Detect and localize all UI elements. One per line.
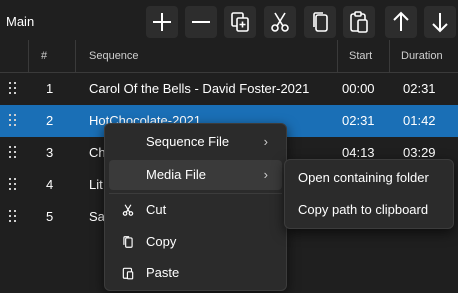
move-down-button[interactable]: [424, 6, 456, 38]
arrow-down-icon: [432, 13, 448, 33]
move-up-button[interactable]: [385, 6, 417, 38]
copy-button[interactable]: [304, 6, 336, 38]
menu-item-paste[interactable]: Paste: [109, 258, 282, 288]
media-file-submenu: Open containing folder Copy path to clip…: [284, 159, 454, 229]
copy-icon: [123, 236, 133, 248]
drag-handle-icon[interactable]: [9, 210, 19, 224]
plus-icon: [153, 13, 171, 31]
column-header-sequence[interactable]: Sequence: [89, 40, 139, 72]
copy-icon: [313, 12, 328, 32]
chevron-right-icon: ›: [263, 134, 268, 149]
submenu-item-copy-path[interactable]: Copy path to clipboard: [289, 195, 449, 225]
menu-item-sequence-file[interactable]: Sequence File ›: [109, 127, 282, 157]
row-number: 1: [46, 81, 54, 96]
duplicate-icon: [231, 12, 249, 32]
column-header-start[interactable]: Start: [349, 40, 372, 72]
drag-handle-icon[interactable]: [9, 114, 19, 128]
menu-item-copy[interactable]: Copy: [109, 227, 282, 257]
context-menu: Sequence File › Media File › Cut Copy Pa…: [104, 123, 287, 291]
scissors-icon: [122, 204, 134, 216]
drag-handle-icon[interactable]: [9, 178, 19, 192]
paste-button[interactable]: [343, 6, 375, 38]
drag-handle-icon[interactable]: [9, 82, 19, 96]
menu-divider: [109, 193, 282, 194]
menu-item-label: Cut: [146, 202, 167, 217]
drag-handle-icon[interactable]: [9, 146, 19, 160]
menu-item-label: Media File: [146, 167, 206, 182]
arrow-up-icon: [393, 11, 409, 31]
menu-item-cut[interactable]: Cut: [109, 195, 282, 225]
table-row[interactable]: 1 Carol Of the Bells - David Foster-2021 0…: [0, 73, 458, 105]
column-header-duration[interactable]: Duration: [401, 40, 443, 72]
column-header-num[interactable]: #: [41, 40, 47, 72]
paste-icon: [350, 11, 368, 33]
remove-button[interactable]: [185, 6, 217, 38]
menu-item-label: Paste: [146, 265, 180, 280]
row-number: 4: [46, 177, 54, 192]
menu-item-label: Copy: [146, 234, 177, 249]
scissors-icon: [271, 12, 289, 32]
cut-button[interactable]: [264, 6, 296, 38]
toolbar: Main: [0, 0, 458, 40]
add-button[interactable]: [146, 6, 178, 38]
panel-title: Main: [6, 14, 35, 29]
start-time: 02:31: [342, 113, 375, 128]
paste-icon: [122, 267, 134, 280]
duplicate-button[interactable]: [224, 6, 256, 38]
sequence-name: Carol Of the Bells - David Foster-2021: [89, 81, 310, 96]
minus-icon: [192, 21, 210, 23]
duration: 01:42: [403, 113, 436, 128]
row-number: 5: [46, 209, 54, 224]
grid-header: # Sequence Start Duration: [0, 40, 458, 73]
row-number: 3: [46, 145, 54, 160]
duration: 02:31: [403, 81, 436, 96]
menu-item-media-file[interactable]: Media File ›: [109, 160, 282, 190]
row-number: 2: [46, 113, 54, 128]
chevron-right-icon: ›: [263, 167, 268, 182]
start-time: 00:00: [342, 81, 375, 96]
menu-item-label: Open containing folder: [298, 170, 429, 185]
menu-item-label: Sequence File: [146, 134, 230, 149]
menu-item-label: Copy path to clipboard: [298, 202, 429, 217]
submenu-item-open-containing-folder[interactable]: Open containing folder: [289, 163, 449, 193]
